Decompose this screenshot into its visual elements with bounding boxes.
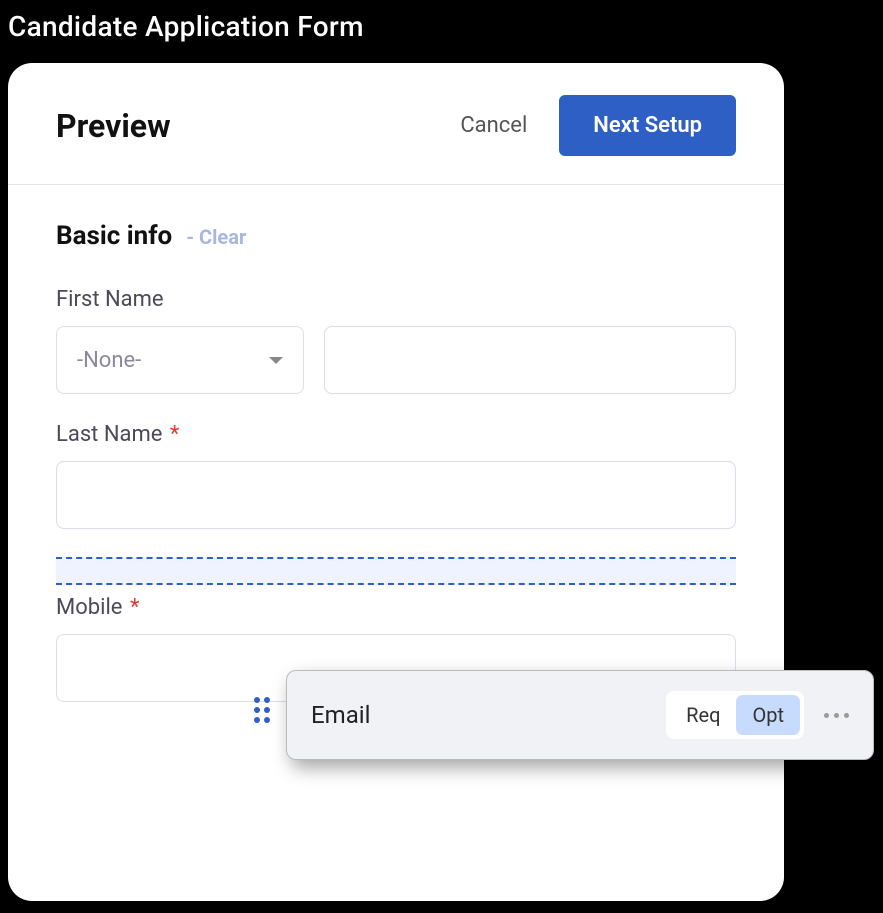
required-toggle: Req Opt — [666, 691, 804, 739]
mobile-label: Mobile * — [56, 595, 736, 620]
cancel-button[interactable]: Cancel — [460, 113, 527, 138]
last-name-input[interactable] — [56, 461, 736, 529]
drag-handle[interactable] — [254, 697, 270, 723]
header-actions: Cancel Next Setup — [460, 95, 736, 156]
mobile-label-text: Mobile — [56, 595, 122, 620]
drag-field-label: Email — [311, 701, 666, 729]
required-button[interactable]: Req — [670, 695, 736, 735]
more-icon — [844, 713, 849, 718]
page-title: Candidate Application Form — [0, 0, 883, 63]
section-header: Basic info - Clear — [56, 221, 736, 251]
chevron-down-icon — [269, 357, 283, 364]
drop-zone[interactable] — [56, 557, 736, 585]
preview-title: Preview — [56, 107, 171, 145]
first-name-prefix-select[interactable]: -None- — [56, 326, 304, 394]
last-name-field: Last Name * — [56, 422, 736, 529]
next-setup-button[interactable]: Next Setup — [559, 95, 736, 156]
first-name-row: -None- — [56, 326, 736, 394]
form-card: Preview Cancel Next Setup Basic info - C… — [8, 63, 784, 901]
more-icon — [834, 713, 839, 718]
optional-button[interactable]: Opt — [736, 695, 800, 735]
drag-handle-icon — [254, 697, 270, 723]
basic-info-section: Basic info - Clear First Name -None- Las… — [8, 185, 784, 529]
last-name-label-text: Last Name — [56, 422, 162, 447]
first-name-field: First Name -None- — [56, 287, 736, 394]
more-icon — [824, 713, 829, 718]
first-name-input[interactable] — [324, 326, 736, 394]
select-value: -None- — [77, 348, 269, 373]
last-name-label: Last Name * — [56, 422, 736, 447]
section-title: Basic info — [56, 221, 172, 251]
more-options-button[interactable] — [824, 713, 849, 718]
first-name-label: First Name — [56, 287, 736, 312]
required-mark: * — [170, 422, 179, 447]
clear-link[interactable]: - Clear — [186, 225, 246, 249]
card-header: Preview Cancel Next Setup — [8, 63, 784, 184]
required-mark: * — [130, 595, 139, 620]
drag-field-chip[interactable]: Email Req Opt — [286, 670, 874, 760]
